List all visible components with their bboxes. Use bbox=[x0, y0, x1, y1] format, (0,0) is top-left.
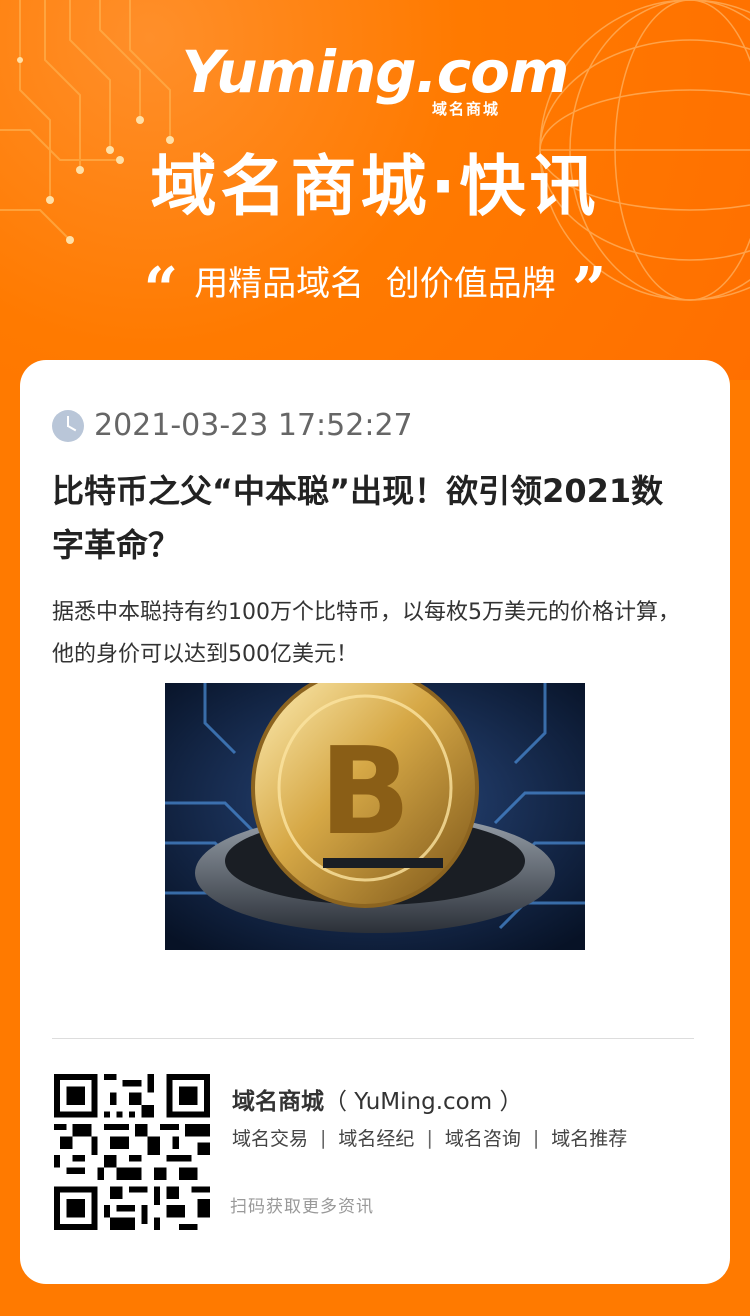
article-summary: 据悉中本聪持有约100万个比特币，以每枚5万美元的价格计算，他的身价可以达到50… bbox=[52, 600, 680, 667]
link-domain-trade[interactable]: 域名交易 bbox=[232, 1124, 308, 1151]
scan-hint: 扫码获取更多资讯 bbox=[230, 1197, 374, 1217]
separator: | bbox=[426, 1126, 433, 1149]
header-banner: Yuming.com 域名商城 域名商城·快讯 “ 用精品域名 创价值品牌 ” bbox=[0, 0, 750, 380]
article-title[interactable]: 比特币之父“中本聪”出现！欲引领2021数字革命？ bbox=[52, 464, 692, 572]
service-links: 域名交易 | 域名经纪 | 域名咨询 | 域名推荐 bbox=[232, 1124, 627, 1151]
separator: | bbox=[532, 1126, 540, 1149]
clock-icon bbox=[52, 409, 84, 442]
slogan: “ 用精品域名 创价值品牌 ” bbox=[0, 258, 750, 316]
divider bbox=[52, 1038, 694, 1039]
site-logo[interactable]: Yuming.com 域名商城 bbox=[0, 38, 750, 118]
qr-code[interactable] bbox=[54, 1074, 210, 1230]
brand-line: 域名商城（ YuMing.com ） bbox=[232, 1082, 522, 1116]
bitcoin-coin-image: B bbox=[165, 683, 585, 950]
brand-domain: （ YuMing.com ） bbox=[324, 1089, 523, 1115]
article-datetime: 2021-03-23 17:52:27 bbox=[94, 408, 413, 443]
logo-text: Yuming.com bbox=[181, 38, 570, 106]
svg-text:B: B bbox=[319, 723, 410, 862]
quote-close-icon: ” bbox=[571, 264, 607, 316]
link-domain-consult[interactable]: 域名咨询 bbox=[445, 1124, 521, 1151]
logo-subtitle: 域名商城 bbox=[432, 100, 501, 118]
news-card: 2021-03-23 17:52:27 比特币之父“中本聪”出现！欲引领2021… bbox=[20, 360, 730, 1284]
link-domain-recommend[interactable]: 域名推荐 bbox=[551, 1124, 627, 1151]
slogan-text: 用精品域名 创价值品牌 bbox=[194, 264, 556, 304]
article-meta: 2021-03-23 17:52:27 bbox=[52, 408, 413, 443]
page-title: 域名商城·快讯 bbox=[150, 148, 600, 225]
separator: | bbox=[320, 1126, 327, 1149]
brand-name: 域名商城 bbox=[232, 1089, 324, 1115]
link-domain-broker[interactable]: 域名经纪 bbox=[338, 1124, 414, 1151]
quote-open-icon: “ bbox=[143, 264, 179, 316]
